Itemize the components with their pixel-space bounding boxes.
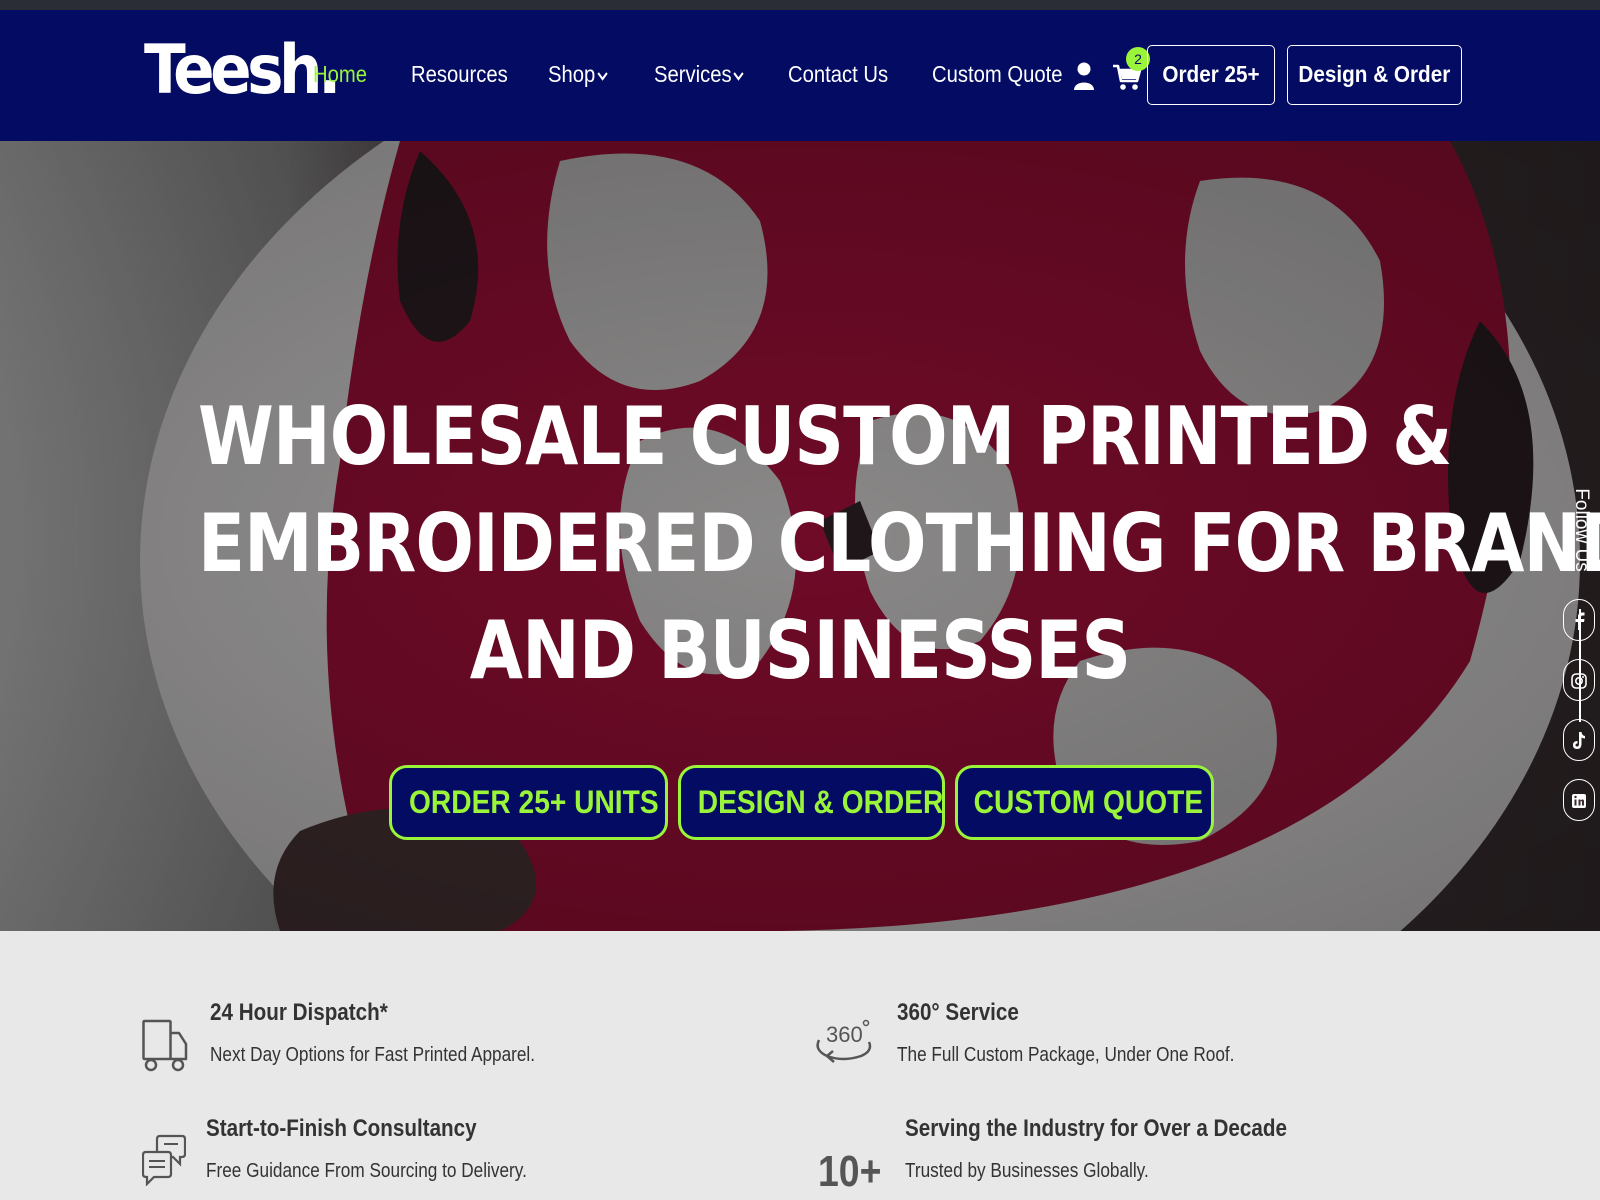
linkedin-link[interactable] xyxy=(1563,779,1595,821)
order-25-label: Order 25+ xyxy=(1162,61,1260,87)
feature-desc-360-service: The Full Custom Package, Under One Roof. xyxy=(897,1044,1235,1066)
chevron-down-icon xyxy=(733,72,744,81)
nav-contact-us[interactable]: Contact Us xyxy=(788,60,888,88)
feature-desc-consultancy: Free Guidance From Sourcing to Delivery. xyxy=(206,1160,527,1182)
nav-resources[interactable]: Resources xyxy=(411,60,508,88)
nav-services-label: Services xyxy=(654,61,732,87)
feature-title-dispatch: 24 Hour Dispatch* xyxy=(210,999,388,1026)
svg-text:360: 360 xyxy=(826,1022,863,1047)
browser-top-strip xyxy=(0,0,1600,10)
teesh-logo[interactable]: Teesh. xyxy=(144,36,341,106)
facebook-icon xyxy=(1575,612,1585,630)
facebook-link[interactable] xyxy=(1563,599,1595,641)
nav-home[interactable]: Home xyxy=(313,60,367,88)
feature-desc-dispatch: Next Day Options for Fast Printed Appare… xyxy=(210,1044,536,1066)
hero-heading-line-1: WHOLESALE CUSTOM PRINTED & xyxy=(198,390,1452,483)
nav-custom-quote[interactable]: Custom Quote xyxy=(932,60,1063,88)
hero-heading-line-2: EMBROIDERED CLOTHING FOR BRANDS xyxy=(198,497,1600,590)
feature-desc-decade: Trusted by Businesses Globally. xyxy=(905,1160,1149,1182)
feature-title-decade: Serving the Industry for Over a Decade xyxy=(905,1115,1287,1142)
order-25-units-label: ORDER 25+ UNITS xyxy=(409,784,659,820)
instagram-icon xyxy=(1571,673,1587,689)
custom-quote-label: CUSTOM QUOTE xyxy=(973,784,1204,820)
truck-icon xyxy=(142,1019,188,1072)
feature-title-consultancy: Start-to-Finish Consultancy xyxy=(206,1115,477,1142)
10-plus-icon: 10+ xyxy=(818,1147,882,1196)
nav-shop-label: Shop xyxy=(548,61,596,87)
user-icon[interactable] xyxy=(1073,61,1095,91)
order-25-button[interactable]: Order 25+ xyxy=(1147,45,1275,105)
custom-quote-button[interactable]: CUSTOM QUOTE xyxy=(955,765,1214,840)
feature-title-360-service: 360° Service xyxy=(897,999,1019,1026)
chevron-down-icon xyxy=(597,72,608,81)
chat-bubbles-icon xyxy=(142,1134,186,1186)
design-and-order-button[interactable]: Design & Order xyxy=(1287,45,1462,105)
follow-us-label: Follow Us xyxy=(1571,488,1592,572)
tiktok-icon xyxy=(1573,732,1585,749)
nav-shop[interactable]: Shop xyxy=(548,60,608,88)
hero-banner: WHOLESALE CUSTOM PRINTED & EMBROIDERED C… xyxy=(0,141,1600,931)
hero-heading-line-3: AND BUSINESSES xyxy=(469,604,1131,697)
order-25-units-button[interactable]: ORDER 25+ UNITS xyxy=(389,765,668,840)
nav-services[interactable]: Services xyxy=(654,60,744,88)
tiktok-link[interactable] xyxy=(1563,719,1595,761)
instagram-link[interactable] xyxy=(1563,659,1595,701)
site-header: Teesh. Home Resources Shop Services Cont… xyxy=(0,10,1600,141)
design-and-order-hero-button[interactable]: DESIGN & ORDER xyxy=(678,765,945,840)
linkedin-icon xyxy=(1572,794,1586,808)
hero-heading: WHOLESALE CUSTOM PRINTED & EMBROIDERED C… xyxy=(100,383,1600,704)
design-and-order-label: Design & Order xyxy=(1298,61,1451,87)
360-icon: 360 xyxy=(816,1019,872,1063)
design-and-order-hero-label: DESIGN & ORDER xyxy=(697,784,944,820)
